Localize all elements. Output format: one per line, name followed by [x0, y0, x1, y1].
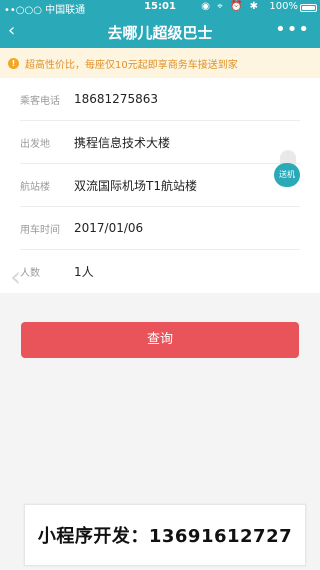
contact-banner: 小程序开发：13691612727 — [24, 504, 306, 566]
booking-form: 乘客电话 18681275863 出发地 携程信息技术大楼 航站楼 双流国际机场… — [0, 78, 320, 293]
terminal-row[interactable]: 航站楼 双流国际机场T1航站楼 — [20, 164, 300, 207]
pickup-time-value[interactable]: 2017/01/06 — [74, 221, 143, 235]
navigation-bar: ‹ 去哪儿超级巴士 ••• — [0, 16, 320, 48]
more-icon[interactable]: ••• — [275, 20, 310, 40]
battery-icon — [300, 4, 317, 12]
pickup-time-label: 用车时间 — [20, 224, 60, 236]
terminal-label: 航站楼 — [20, 181, 50, 193]
notice-text: 超高性价比，每座仅10元起即享商务车接送到家 — [25, 59, 238, 71]
dropoff-badge[interactable]: 送机 — [274, 163, 300, 187]
chevron-left-icon[interactable]: ‹ — [10, 260, 21, 293]
passenger-phone-value[interactable]: 18681275863 — [74, 92, 158, 106]
page-title: 去哪儿超级巴士 — [107, 24, 213, 42]
passenger-count-label: 人数 — [20, 268, 40, 279]
passenger-count-value[interactable]: 1人 — [74, 263, 94, 280]
battery-percent: 100% — [269, 1, 298, 12]
airport-dropoff-tab[interactable]: 送机 — [274, 150, 300, 190]
contact-text: 小程序开发：13691612727 — [37, 526, 293, 547]
passenger-count-row[interactable]: 人数 1人 — [20, 250, 300, 293]
departure-row[interactable]: 出发地 携程信息技术大楼 — [20, 121, 300, 164]
terminal-value[interactable]: 双流国际机场T1航站楼 — [74, 177, 197, 194]
passenger-phone-label: 乘客电话 — [20, 95, 60, 107]
pickup-time-row[interactable]: 用车时间 2017/01/06 — [20, 207, 300, 250]
query-button[interactable]: 查询 — [21, 322, 299, 358]
status-icons: ◉ ⌖ ⏰ ✱ — [201, 1, 260, 12]
departure-value[interactable]: 携程信息技术大楼 — [74, 134, 170, 151]
warning-icon: ! — [8, 57, 19, 69]
departure-label: 出发地 — [20, 138, 50, 150]
promo-notice: ! 超高性价比，每座仅10元起即享商务车接送到家 — [0, 48, 320, 78]
passenger-phone-row[interactable]: 乘客电话 18681275863 — [20, 78, 300, 121]
status-bar: ••○○○ 中国联通 15:01 ◉ ⌖ ⏰ ✱ 100% — [0, 0, 320, 16]
